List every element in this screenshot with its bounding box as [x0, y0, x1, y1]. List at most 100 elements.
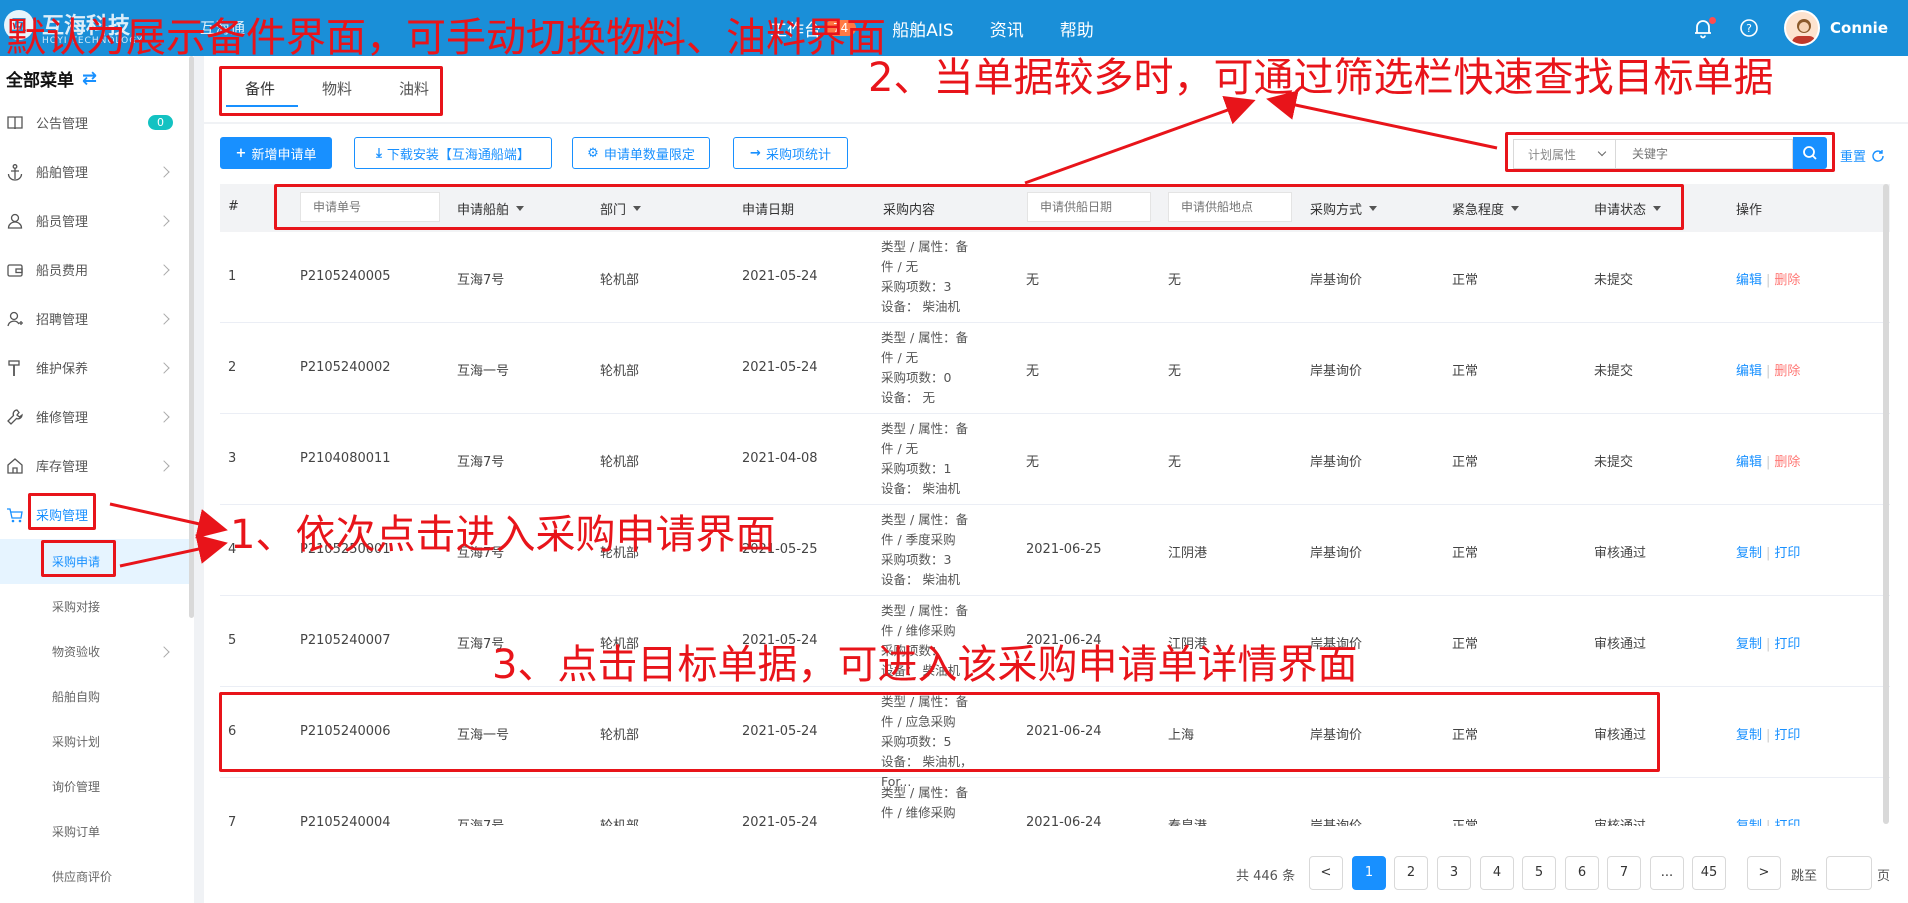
- cell-index: 5: [228, 633, 237, 648]
- cell-date: 2021-05-24: [742, 815, 818, 826]
- separator: |: [1766, 819, 1770, 826]
- copy-link[interactable]: 复制: [1736, 728, 1762, 743]
- cell-content-line: 件 / 维修采购: [881, 805, 956, 820]
- cell-urgency: 正常: [1452, 815, 1478, 826]
- cell-content-line: 采购项数：3: [881, 279, 952, 294]
- total-count: 共 446 条: [1236, 869, 1296, 884]
- edit-link[interactable]: 编辑: [1736, 364, 1762, 379]
- cell-content-line: 类型 / 属性：备: [881, 785, 969, 800]
- cell-dept: 轮机部: [600, 364, 640, 379]
- cell-content-line: 件 / 无: [881, 441, 919, 456]
- separator: |: [1766, 455, 1771, 470]
- annotation-box-purchase-request: [41, 540, 116, 577]
- cell-method: 岸基询价: [1310, 815, 1362, 826]
- cell-operations: 复制 | 打印: [1736, 815, 1800, 826]
- delete-link[interactable]: 删除: [1774, 455, 1800, 470]
- page-unit-label: 页: [1877, 869, 1891, 884]
- cell-content-line: 设备： 无: [881, 390, 935, 405]
- separator: |: [1766, 364, 1771, 379]
- cell-operations: 复制 |打印: [1736, 633, 1800, 652]
- page-button[interactable]: 7: [1607, 856, 1641, 890]
- cell-urgency: 正常: [1452, 364, 1479, 379]
- table-scrollbar[interactable]: [1883, 184, 1889, 824]
- cell-content-line: 设备： 柴油机: [881, 481, 960, 496]
- cell-ship: 互海7号: [457, 815, 504, 826]
- cell-urgency: 正常: [1452, 546, 1479, 561]
- cell-supply-date: 无: [1026, 273, 1040, 288]
- edit-link[interactable]: 编辑: [1736, 273, 1762, 288]
- cell-supply-date: 无: [1026, 455, 1040, 470]
- cell-date: 2021-05-24: [742, 269, 818, 284]
- cell-content-line: 设备： 柴油机: [881, 299, 960, 314]
- page-ellipsis[interactable]: ...: [1650, 856, 1684, 890]
- cell-operations: 编辑 | 删除: [1736, 360, 1800, 379]
- sidebar-sub-supplier-rating[interactable]: 供应商评价: [0, 854, 189, 899]
- cell-index: 2: [228, 360, 237, 375]
- cell-operations: 复制 |打印: [1736, 724, 1800, 743]
- cell-status: 未提交: [1594, 455, 1634, 470]
- cell-status: 审核通过: [1594, 637, 1647, 652]
- cell-operations: 编辑 | 删除: [1736, 269, 1800, 288]
- edit-link[interactable]: 编辑: [1736, 455, 1762, 470]
- page-button[interactable]: 2: [1394, 856, 1428, 890]
- cell-content-line: 类型 / 属性：备: [881, 603, 969, 618]
- annotation-box-purchase-menu: [28, 493, 96, 530]
- cell-content-line: 设备： 柴油机: [881, 572, 960, 587]
- cell-status: 审核通过: [1594, 815, 1646, 826]
- cell-supply-date: 2021-06-25: [1026, 542, 1102, 557]
- copy-link[interactable]: 复制: [1736, 546, 1762, 561]
- cell-content-line: 类型 / 属性：备: [881, 330, 969, 345]
- cell-content-line: 类型 / 属性：备: [881, 421, 969, 436]
- print-link[interactable]: 打印: [1774, 637, 1800, 652]
- annotation-box-filter: [1505, 132, 1835, 172]
- page-button[interactable]: 1: [1352, 856, 1386, 890]
- cell-index: 3: [228, 451, 237, 466]
- cell-operations: 复制 |打印: [1736, 542, 1800, 561]
- cell-dept: 轮机部: [600, 815, 639, 826]
- next-page-button[interactable]: >: [1747, 856, 1781, 890]
- cell-content-line: 采购项数：1: [881, 461, 952, 476]
- sidebar-sub-label: 供应商评价: [52, 870, 113, 884]
- separator: |: [1766, 273, 1771, 288]
- cell-content-line: 类型 / 属性：备: [881, 512, 969, 527]
- print-link[interactable]: 打印: [1774, 819, 1800, 826]
- page-button[interactable]: 45: [1692, 856, 1726, 890]
- cell-content-line: 采购项数：0: [881, 370, 952, 385]
- delete-link[interactable]: 删除: [1774, 364, 1800, 379]
- annotation-text-filter: 2、当单据较多时，可通过筛选栏快速查找目标单据: [868, 55, 1774, 101]
- cell-content-line: 件 / 无: [881, 350, 919, 365]
- copy-link[interactable]: 复制: [1736, 819, 1762, 826]
- print-link[interactable]: 打印: [1774, 728, 1800, 743]
- cell-dept: 轮机部: [600, 455, 640, 470]
- cell-request-no: P2105240007: [300, 633, 391, 648]
- delete-link[interactable]: 删除: [1774, 273, 1800, 288]
- prev-page-button[interactable]: <: [1309, 856, 1343, 890]
- annotation-text-navigate: 1、依次点击进入采购申请界面: [230, 512, 776, 558]
- cell-supply-date: 2021-06-24: [1026, 815, 1102, 826]
- cell-urgency: 正常: [1452, 637, 1479, 652]
- cell-content-line: 件 / 季度采购: [881, 532, 956, 547]
- cell-status: 审核通过: [1594, 546, 1647, 561]
- cell-index: 1: [228, 269, 237, 284]
- page-button[interactable]: 3: [1437, 856, 1471, 890]
- annotation-text-detail: 3、点击目标单据，可进入该采购申请单详情界面: [492, 642, 1358, 688]
- separator: |: [1766, 728, 1771, 743]
- cell-date: 2021-05-24: [742, 360, 818, 375]
- page-button[interactable]: 6: [1565, 856, 1599, 890]
- cell-supply-place: 无: [1168, 273, 1182, 288]
- cell-ship: 互海7号: [457, 455, 505, 470]
- separator: |: [1766, 546, 1771, 561]
- copy-link[interactable]: 复制: [1736, 637, 1762, 652]
- cell-method: 岸基询价: [1310, 455, 1363, 470]
- cell-supply-date: 无: [1026, 364, 1040, 379]
- annotation-text-tabs: 默认为展示备件界面，可手动切换物料、油料界面: [6, 15, 886, 61]
- cell-dept: 轮机部: [600, 273, 640, 288]
- page-button[interactable]: 5: [1522, 856, 1556, 890]
- separator: |: [1766, 637, 1771, 652]
- jump-page-input[interactable]: [1826, 856, 1872, 890]
- page-button[interactable]: 4: [1480, 856, 1514, 890]
- cell-content-line: 类型 / 属性：备: [881, 239, 969, 254]
- cell-ship: 互海一号: [457, 364, 510, 379]
- print-link[interactable]: 打印: [1774, 546, 1800, 561]
- cell-supply-place: 无: [1168, 364, 1182, 379]
